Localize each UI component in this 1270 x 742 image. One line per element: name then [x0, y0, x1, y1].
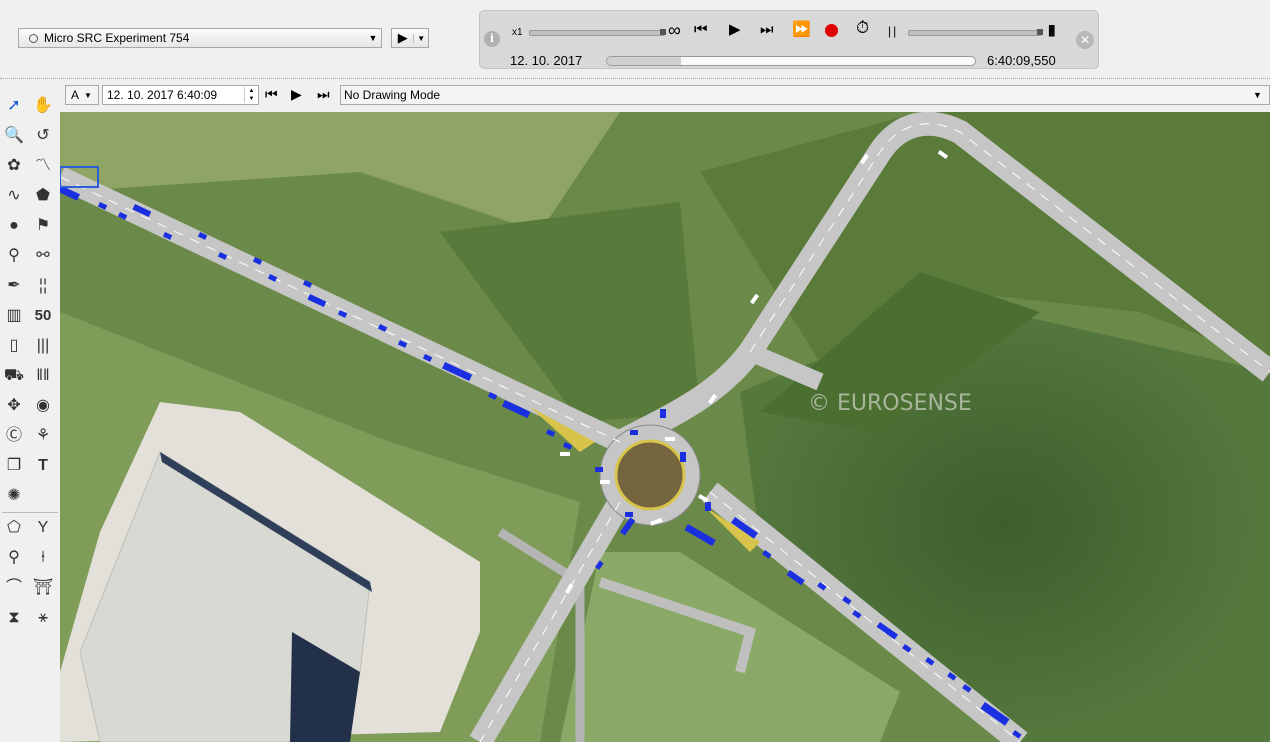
play-icon[interactable]: ▶ — [729, 22, 741, 38]
text-icon[interactable]: T — [31, 454, 55, 478]
gate-icon[interactable]: ⛩ — [31, 576, 55, 600]
pin-icon[interactable]: ⚲ — [2, 244, 26, 268]
map-svg[interactable]: © EUROSENSE — [60, 112, 1270, 742]
zoom-icon[interactable]: 🔍 — [2, 124, 26, 148]
node-icon[interactable]: ✿ — [2, 154, 26, 178]
gear-node-icon[interactable]: ✺ — [2, 484, 26, 508]
timeline-bar[interactable] — [606, 56, 976, 66]
record-icon[interactable] — [825, 24, 838, 37]
layer-button[interactable]: A ▼ — [65, 85, 99, 105]
drawing-mode-label: No Drawing Mode — [344, 88, 441, 102]
network-icon[interactable]: ⚹ — [31, 606, 55, 630]
select-arrow-icon[interactable]: ➚ — [2, 94, 26, 118]
camera-icon[interactable]: ⚘ — [31, 424, 55, 448]
experiment-circle-icon — [29, 33, 38, 43]
traffic-light-icon[interactable]: ▯ — [2, 334, 26, 358]
bus-stop-icon[interactable]: ⛟ — [2, 364, 26, 388]
hourglass-icon[interactable]: ⧗ — [2, 606, 26, 630]
map-canvas[interactable]: © EUROSENSE — [60, 112, 1270, 742]
sim-date: 12. 10. 2017 — [510, 53, 583, 68]
timeline-progress — [607, 57, 681, 65]
fast-forward-icon[interactable]: ⏩ — [792, 22, 811, 38]
split-icon[interactable]: Y — [31, 516, 55, 540]
chevron-down-icon: ▼ — [368, 33, 378, 43]
speed-limit-icon[interactable]: 50 — [31, 304, 55, 328]
sim-time: 6:40:09,550 — [987, 53, 1056, 68]
experiment-select[interactable]: Micro SRC Experiment 754 ▼ — [18, 28, 382, 48]
max-speed-icon: |||| — [1048, 23, 1056, 37]
datetime-field[interactable]: ▲▼ — [102, 85, 259, 105]
realtime-slider-knob[interactable] — [1037, 29, 1043, 35]
speed-label: x1 — [512, 27, 523, 38]
speed-slider[interactable] — [529, 29, 666, 36]
junction-icon[interactable]: ✥ — [2, 394, 26, 418]
anchor-icon[interactable]: ⍿ — [31, 546, 55, 570]
datetime-input[interactable] — [103, 87, 244, 103]
pentagon-node-icon[interactable]: ⬠ — [2, 516, 26, 540]
chevron-down-icon: ▼ — [1253, 90, 1262, 100]
rotate-icon[interactable]: ↺ — [31, 124, 55, 148]
layer-label: A — [70, 88, 79, 102]
info-icon[interactable]: i — [484, 31, 500, 47]
tool-palette: ➚ ✋ 🔍 ↺ ✿ 〽 ∿ ⬟ ● ⚑ ⚲ ⚯ ✒ ¦¦ ▥ 50 ▯ ||| … — [0, 84, 60, 742]
infinity-icon[interactable]: ∞ — [668, 20, 681, 41]
pause-marker-icon: || — [888, 24, 899, 38]
pen-icon[interactable]: ✒ — [2, 274, 26, 298]
map-toolbar: A ▼ ▲▼ ⏮ ▶ ⏭ No Drawing Mode ▼ — [60, 82, 1270, 108]
layers-icon[interactable]: ❐ — [2, 454, 26, 478]
drawing-mode-select[interactable]: No Drawing Mode ▼ — [340, 85, 1270, 105]
skip-to-start-icon[interactable]: ⏮ — [694, 22, 708, 38]
simulation-player: i x1 ∞ ⏮ ▶ ⏭ ⏩ ⏱ || |||| 12. 10. 2017 6:… — [479, 10, 1099, 69]
arc-icon[interactable]: ⌒ — [2, 576, 26, 600]
lanes-icon[interactable]: ¦¦ — [31, 274, 55, 298]
run-button[interactable]: ▶ ▼ — [391, 28, 429, 48]
lane-lines-icon[interactable]: ||| — [31, 334, 55, 358]
play-icon[interactable]: ▶ — [291, 86, 302, 103]
step-forward-icon[interactable]: ⏭ — [760, 22, 774, 38]
skip-to-start-icon[interactable]: ⏮ — [265, 86, 278, 103]
centroid-icon[interactable]: Ⓒ — [2, 424, 26, 448]
connector-icon[interactable]: ⚯ — [31, 244, 55, 268]
datetime-spinner[interactable]: ▲ ▼ — [244, 87, 258, 103]
polygon-icon[interactable]: ⬟ — [31, 184, 55, 208]
skip-to-end-icon[interactable]: ⏭ — [317, 86, 330, 103]
detector-icon[interactable]: ‖‖ — [31, 364, 55, 388]
close-icon[interactable]: ✕ — [1076, 31, 1094, 49]
timer-icon[interactable]: ⏱ — [856, 19, 869, 36]
play-icon: ▶ — [397, 30, 408, 45]
speed-slider-knob[interactable] — [660, 29, 666, 35]
chevron-down-icon[interactable]: ▼ — [84, 91, 92, 100]
watermark: © EUROSENSE — [808, 391, 972, 416]
pan-hand-icon[interactable]: ✋ — [31, 94, 55, 118]
circle-icon[interactable]: ● — [2, 214, 26, 238]
curve-icon[interactable]: ∿ — [2, 184, 26, 208]
run-dropdown-icon[interactable]: ▼ — [413, 33, 428, 43]
roundabout-island — [614, 439, 686, 511]
roundabout-icon[interactable]: ◉ — [31, 394, 55, 418]
top-toolbar: Micro SRC Experiment 754 ▼ ▶ ▼ i x1 ∞ ⏮ … — [0, 0, 1270, 79]
realtime-slider[interactable] — [908, 29, 1043, 36]
crosswalk-icon[interactable]: ▥ — [2, 304, 26, 328]
polyline-icon[interactable]: 〽 — [31, 154, 55, 178]
point-icon[interactable]: ⚲ — [2, 546, 26, 570]
tool-separator — [2, 512, 58, 513]
flag-icon[interactable]: ⚑ — [31, 214, 55, 238]
experiment-name: Micro SRC Experiment 754 — [44, 31, 190, 45]
